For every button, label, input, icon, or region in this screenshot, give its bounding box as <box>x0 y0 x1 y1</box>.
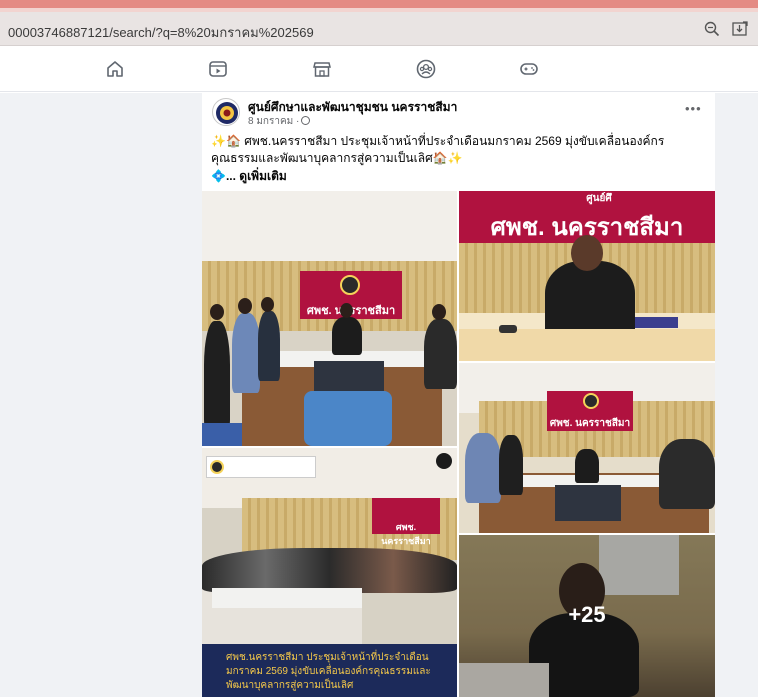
see-more-link[interactable]: 💠... ดูเพิ่มเติม <box>211 167 287 186</box>
download-icon[interactable] <box>731 20 749 38</box>
home-icon[interactable] <box>104 58 126 80</box>
emblem-icon <box>210 460 224 474</box>
more-photos-count[interactable]: +25 <box>459 602 715 628</box>
photo-nameplate <box>635 317 678 328</box>
emblem-icon <box>340 275 360 295</box>
post-date-text[interactable]: 8 มกราคม · <box>248 116 299 127</box>
photo-caption: ศพช.นครราชสีมา ประชุมเจ้าหน้าที่ประจำเดื… <box>226 652 431 691</box>
facebook-top-nav <box>0 46 758 92</box>
photo-banner-top: ศูนย์ศึ <box>569 191 629 205</box>
post-photo-4[interactable]: ศพช. นครราชสีมา <box>459 363 715 533</box>
post-photo-3[interactable]: ศพช. นครราชสีมา ศพช.นครราชสีมา ประชุมเจ้… <box>202 448 457 697</box>
photo-table-top <box>212 588 362 608</box>
mourning-ribbon-icon <box>436 453 452 469</box>
groups-icon[interactable] <box>415 58 437 80</box>
photo-folders <box>202 423 242 446</box>
post-date[interactable]: 8 มกราคม · <box>248 114 311 129</box>
post-photo-1[interactable]: ศพช. นครราชสีมา <box>202 191 457 446</box>
photo-person <box>575 449 599 483</box>
address-bar[interactable]: 00003746887121/search/?q=8%20มกราคม%2025… <box>0 12 758 46</box>
photo-person <box>232 313 260 393</box>
marketplace-icon[interactable] <box>311 58 333 80</box>
post-photo-2[interactable]: ศพช. นครราชสีมา ศูนย์ศึ <box>459 191 715 361</box>
photo-attendees <box>202 548 457 593</box>
zoom-icon[interactable] <box>703 20 721 38</box>
photo-screen <box>555 485 621 521</box>
url-text[interactable]: 00003746887121/search/?q=8%20มกราคม%2025… <box>8 22 314 43</box>
post-text: ✨🏠 ศพช.นครราชสีมา ประชุมเจ้าหน้าที่ประจำ… <box>211 134 665 165</box>
emblem-icon <box>583 393 599 409</box>
photo-wall <box>202 191 457 271</box>
photo-head <box>238 298 252 314</box>
photo-head <box>432 304 446 320</box>
photo-desk <box>459 329 715 361</box>
photo-person <box>424 319 457 389</box>
page-avatar[interactable] <box>212 98 240 126</box>
photo-glasses <box>499 325 517 333</box>
post-options-button[interactable]: ••• <box>685 101 702 116</box>
photo-person <box>204 321 230 431</box>
photo-cloth <box>304 391 392 446</box>
photo-person <box>659 439 715 509</box>
photo-head <box>571 235 603 271</box>
photo-person <box>258 311 280 381</box>
photo-person <box>499 435 523 495</box>
post-photo-5[interactable]: +25 <box>459 535 715 697</box>
globe-icon <box>301 116 311 125</box>
photo-head <box>210 304 224 320</box>
gaming-icon[interactable] <box>518 58 540 80</box>
photo-head <box>261 297 274 312</box>
photo-head <box>340 303 353 318</box>
window-top-border <box>0 0 758 8</box>
photo-person <box>332 317 362 355</box>
post-card: ศูนย์ศึกษาและพัฒนาชุมชน นครราชสีมา 8 มกร… <box>202 93 715 697</box>
page-logo-icon <box>216 102 238 124</box>
video-icon[interactable] <box>207 58 229 80</box>
photo-banner: ศพช. นครราชสีมา <box>372 498 440 546</box>
photo-person <box>465 433 501 503</box>
